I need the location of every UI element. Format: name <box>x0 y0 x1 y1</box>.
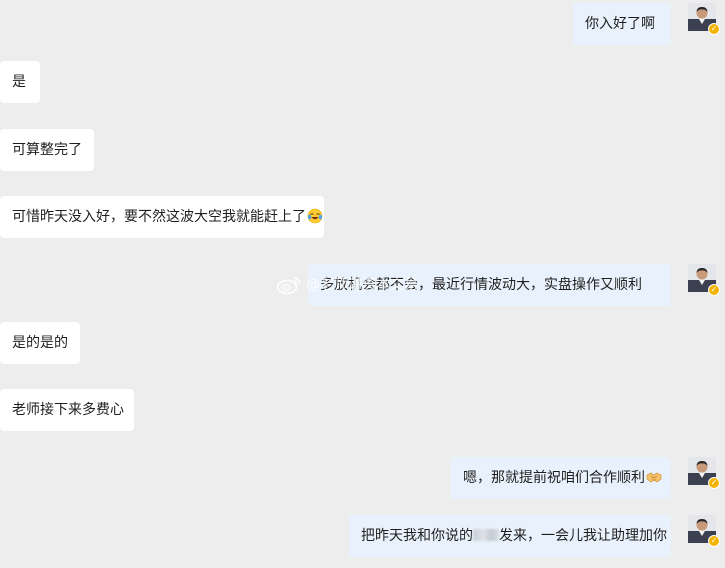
message-text: 可惜昨天没入好，要不然这波大空我就能赶上了 <box>12 209 306 225</box>
message-bubble-received[interactable]: 是 <box>0 61 40 103</box>
message-bubble-received[interactable]: 老师接下来多费心 <box>0 389 134 431</box>
message-text: 是 <box>12 74 26 90</box>
message-bubble-sent[interactable]: 你入好了啊 <box>573 3 671 45</box>
weibo-icon <box>276 277 301 295</box>
message-bubble-received[interactable]: 可惜昨天没入好，要不然这波大空我就能赶上了 <box>0 196 324 238</box>
message-text-before: 把昨天我和你说的 <box>361 528 473 544</box>
verified-badge-icon: ✓ <box>708 284 720 296</box>
redacted-text <box>473 529 499 541</box>
avatar[interactable]: ✓ <box>688 264 720 296</box>
message-text-after: 发来，一会儿我让助理加你 <box>499 528 667 544</box>
message-bubble-sent[interactable]: 嗯，那就提前祝咱们合作顺利 <box>451 457 671 499</box>
handshake-emoji <box>646 472 662 483</box>
message-bubble-sent[interactable]: 多放机会都不会，最近行情波动大，实盘操作又顺利 <box>308 264 671 306</box>
message-text: 你入好了啊 <box>585 16 655 32</box>
message-text: 可算整完了 <box>12 142 82 158</box>
message-text: 多放机会都不会，最近行情波动大，实盘操作又顺利 <box>320 277 642 293</box>
chat-area: 你入好了啊 ✓ 是 可算整完了 可惜昨天没入好，要不然这波大空我就能赶上了 多放… <box>0 0 725 568</box>
avatar[interactable]: ✓ <box>688 457 720 489</box>
message-bubble-sent[interactable]: 把昨天我和你说的 发来，一会儿我让助理加你 <box>349 515 671 557</box>
laughing-tears-emoji <box>307 208 323 224</box>
message-bubble-received[interactable]: 可算整完了 <box>0 129 94 171</box>
verified-badge-icon: ✓ <box>708 23 720 35</box>
message-bubble-received[interactable]: 是的是的 <box>0 322 80 364</box>
message-text: 是的是的 <box>12 335 68 351</box>
message-text: 老师接下来多费心 <box>12 402 124 418</box>
avatar[interactable]: ✓ <box>688 3 720 35</box>
verified-badge-icon: ✓ <box>708 535 720 547</box>
verified-badge-icon: ✓ <box>708 477 720 489</box>
message-text: 嗯，那就提前祝咱们合作顺利 <box>463 470 645 486</box>
avatar[interactable]: ✓ <box>688 515 720 547</box>
